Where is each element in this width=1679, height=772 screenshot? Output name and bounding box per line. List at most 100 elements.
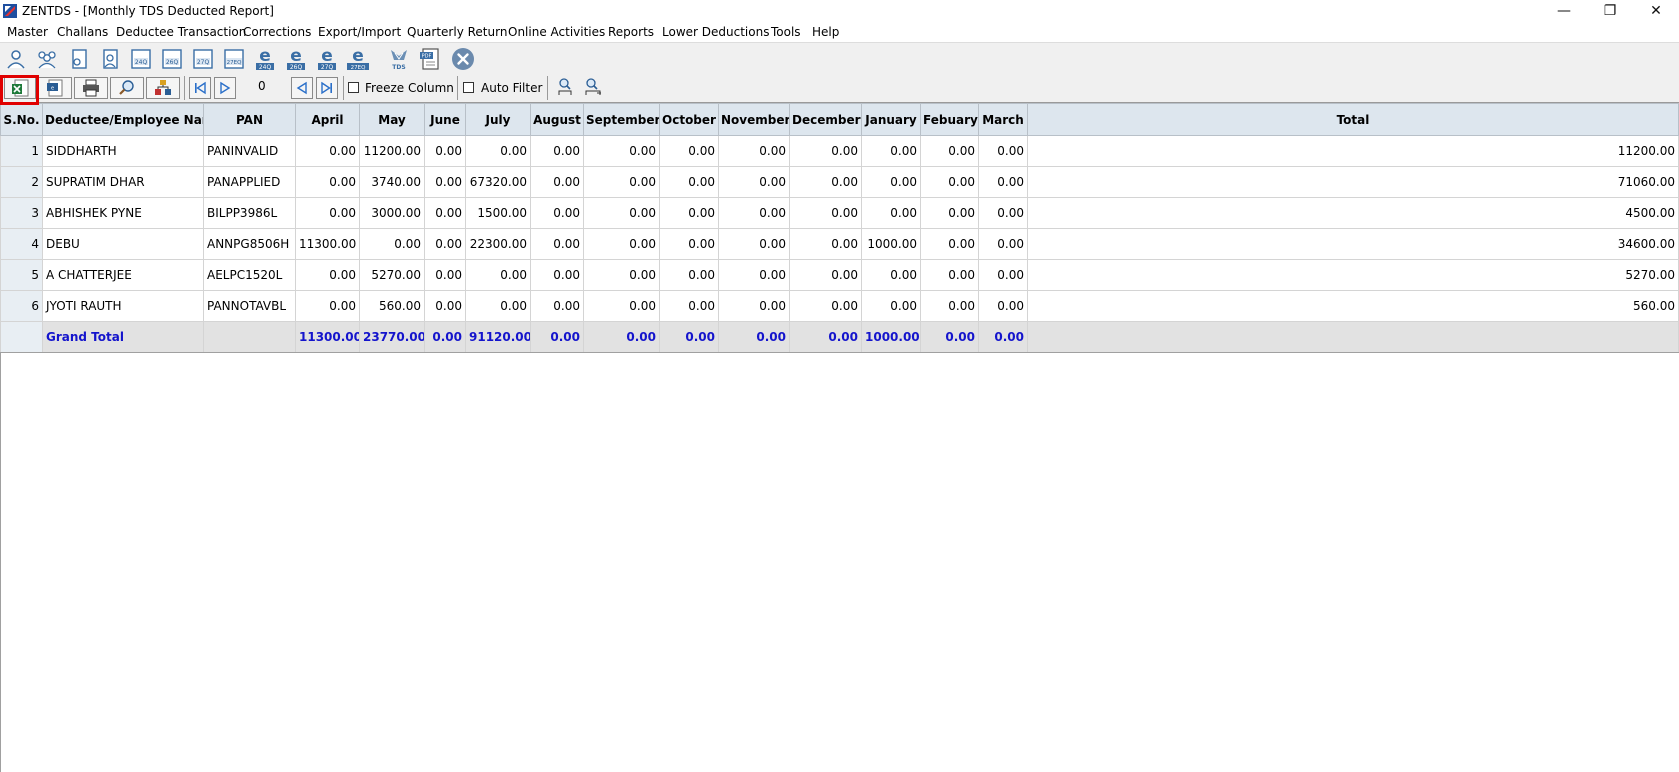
column-chooser-button[interactable] [146, 77, 180, 99]
table-cell[interactable]: 0.00 [583, 166, 660, 198]
menu-lower-deductions[interactable]: Lower Deductions [662, 25, 769, 39]
table-cell[interactable]: AELPC1520L [203, 259, 296, 291]
table-cell[interactable]: 0.00 [583, 321, 660, 353]
table-cell[interactable]: 0.00 [920, 166, 979, 198]
find-icon[interactable] [555, 75, 579, 99]
table-cell[interactable]: 4500.00 [1027, 197, 1679, 229]
table-cell[interactable]: 67320.00 [465, 166, 531, 198]
column-header-november[interactable]: November [718, 103, 790, 136]
table-cell[interactable]: PANNOTAVBL [203, 290, 296, 322]
table-cell[interactable]: 0.00 [424, 135, 466, 167]
table-cell[interactable]: 0.00 [424, 197, 466, 229]
close-circle-icon[interactable] [450, 46, 476, 72]
form-24q-icon[interactable]: 24Q [128, 46, 154, 72]
table-cell[interactable]: 0.00 [530, 290, 584, 322]
table-cell[interactable]: 5270.00 [359, 259, 425, 291]
table-cell[interactable]: 0.00 [530, 135, 584, 167]
table-cell[interactable]: SIDDHARTH [42, 135, 204, 167]
table-cell[interactable]: 0.00 [920, 259, 979, 291]
table-cell[interactable]: 0.00 [583, 290, 660, 322]
person-doc-icon[interactable] [97, 46, 123, 72]
table-cell[interactable]: 91120.00 [465, 321, 531, 353]
column-header-september[interactable]: September [583, 103, 660, 136]
e-27q-icon[interactable]: e 27Q [314, 46, 340, 72]
table-cell[interactable]: 23770.00 [359, 321, 425, 353]
table-cell[interactable]: JYOTI RAUTH [42, 290, 204, 322]
form-27q-icon[interactable]: 27Q [190, 46, 216, 72]
table-cell[interactable]: PANAPPLIED [203, 166, 296, 198]
table-cell[interactable]: 0.00 [718, 166, 790, 198]
table-cell[interactable]: 11200.00 [1027, 135, 1679, 167]
column-header-march[interactable]: March [978, 103, 1028, 136]
table-cell[interactable]: 0.00 [861, 135, 921, 167]
column-header-june[interactable]: June [424, 103, 466, 136]
table-cell[interactable]: 6 [0, 290, 43, 322]
menu-export-import[interactable]: Export/Import [318, 25, 401, 39]
column-header-october[interactable]: October [659, 103, 719, 136]
table-cell[interactable]: 0.00 [583, 228, 660, 260]
table-cell[interactable]: 0.00 [530, 259, 584, 291]
table-cell[interactable]: 0.00 [978, 290, 1028, 322]
grand-total-row[interactable]: Grand Total 11300.00 23770.00 0.00 91120.00 0… [0, 321, 1679, 353]
export-html-button[interactable]: e [38, 77, 72, 99]
table-cell[interactable]: 0.00 [978, 228, 1028, 260]
minimize-button[interactable]: — [1541, 0, 1587, 22]
export-excel-button[interactable] [4, 77, 36, 99]
table-cell[interactable]: 0.00 [978, 166, 1028, 198]
table-cell[interactable]: 0.00 [718, 197, 790, 229]
table-cell[interactable]: 0.00 [789, 135, 862, 167]
table-cell[interactable]: 0.00 [920, 228, 979, 260]
form-27eq-icon[interactable]: 27EQ [221, 46, 247, 72]
table-cell[interactable]: 0.00 [789, 228, 862, 260]
column-header-august[interactable]: August [530, 103, 584, 136]
e-26q-icon[interactable]: e 26Q [283, 46, 309, 72]
menu-reports[interactable]: Reports [608, 25, 654, 39]
table-cell[interactable]: DEBU [42, 228, 204, 260]
table-cell[interactable]: 0.00 [920, 321, 979, 353]
menu-corrections[interactable]: Corrections [243, 25, 311, 39]
menu-online-activities[interactable]: Online Activities [508, 25, 605, 39]
first-record-button[interactable] [189, 77, 211, 99]
column-header-febuary[interactable]: Febuary [920, 103, 979, 136]
e-27eq-icon[interactable]: e 27EQ [345, 46, 371, 72]
table-cell[interactable] [203, 321, 296, 353]
table-cell[interactable]: 0.00 [659, 228, 719, 260]
preview-button[interactable] [110, 77, 144, 99]
table-cell[interactable]: 2 [0, 166, 43, 198]
table-cell[interactable]: 11200.00 [359, 135, 425, 167]
next-record-button[interactable] [214, 77, 236, 99]
table-cell[interactable]: 0.00 [465, 135, 531, 167]
menu-quarterly-return[interactable]: Quarterly Return [407, 25, 507, 39]
table-cell[interactable]: 0.00 [530, 321, 584, 353]
table-cell[interactable]: 0.00 [530, 228, 584, 260]
table-cell[interactable] [1027, 321, 1679, 353]
table-cell[interactable]: BILPP3986L [203, 197, 296, 229]
table-cell[interactable]: 5 [0, 259, 43, 291]
column-header-may[interactable]: May [359, 103, 425, 136]
table-cell[interactable]: 0.00 [424, 259, 466, 291]
table-cell[interactable]: 560.00 [1027, 290, 1679, 322]
table-cell[interactable]: 0.00 [920, 290, 979, 322]
table-cell[interactable]: 3000.00 [359, 197, 425, 229]
table-cell[interactable]: 0.00 [861, 259, 921, 291]
employees-icon[interactable] [34, 46, 60, 72]
table-cell[interactable]: 0.00 [295, 259, 360, 291]
close-window-button[interactable]: ✕ [1633, 0, 1679, 22]
table-cell[interactable]: 34600.00 [1027, 228, 1679, 260]
pdf-icon[interactable]: PDF [417, 46, 443, 72]
restore-button[interactable]: ❐ [1587, 0, 1633, 22]
table-cell[interactable]: 0.00 [978, 259, 1028, 291]
table-cell[interactable]: 0.00 [424, 166, 466, 198]
table-cell[interactable]: 0.00 [978, 197, 1028, 229]
table-cell[interactable]: 0.00 [583, 197, 660, 229]
deductee-icon[interactable] [3, 46, 29, 72]
table-cell[interactable]: A CHATTERJEE [42, 259, 204, 291]
table-row[interactable]: 1 SIDDHARTH PANINVALID 0.00 11200.00 0.00 0.00… [0, 135, 1679, 167]
table-cell[interactable]: 0.00 [718, 290, 790, 322]
table-cell[interactable]: 1000.00 [861, 228, 921, 260]
table-cell[interactable]: SUPRATIM DHAR [42, 166, 204, 198]
menu-master[interactable]: Master [7, 25, 48, 39]
table-cell[interactable]: 0.00 [530, 166, 584, 198]
table-cell[interactable]: 0.00 [789, 321, 862, 353]
e-24q-icon[interactable]: e 24Q [252, 46, 278, 72]
